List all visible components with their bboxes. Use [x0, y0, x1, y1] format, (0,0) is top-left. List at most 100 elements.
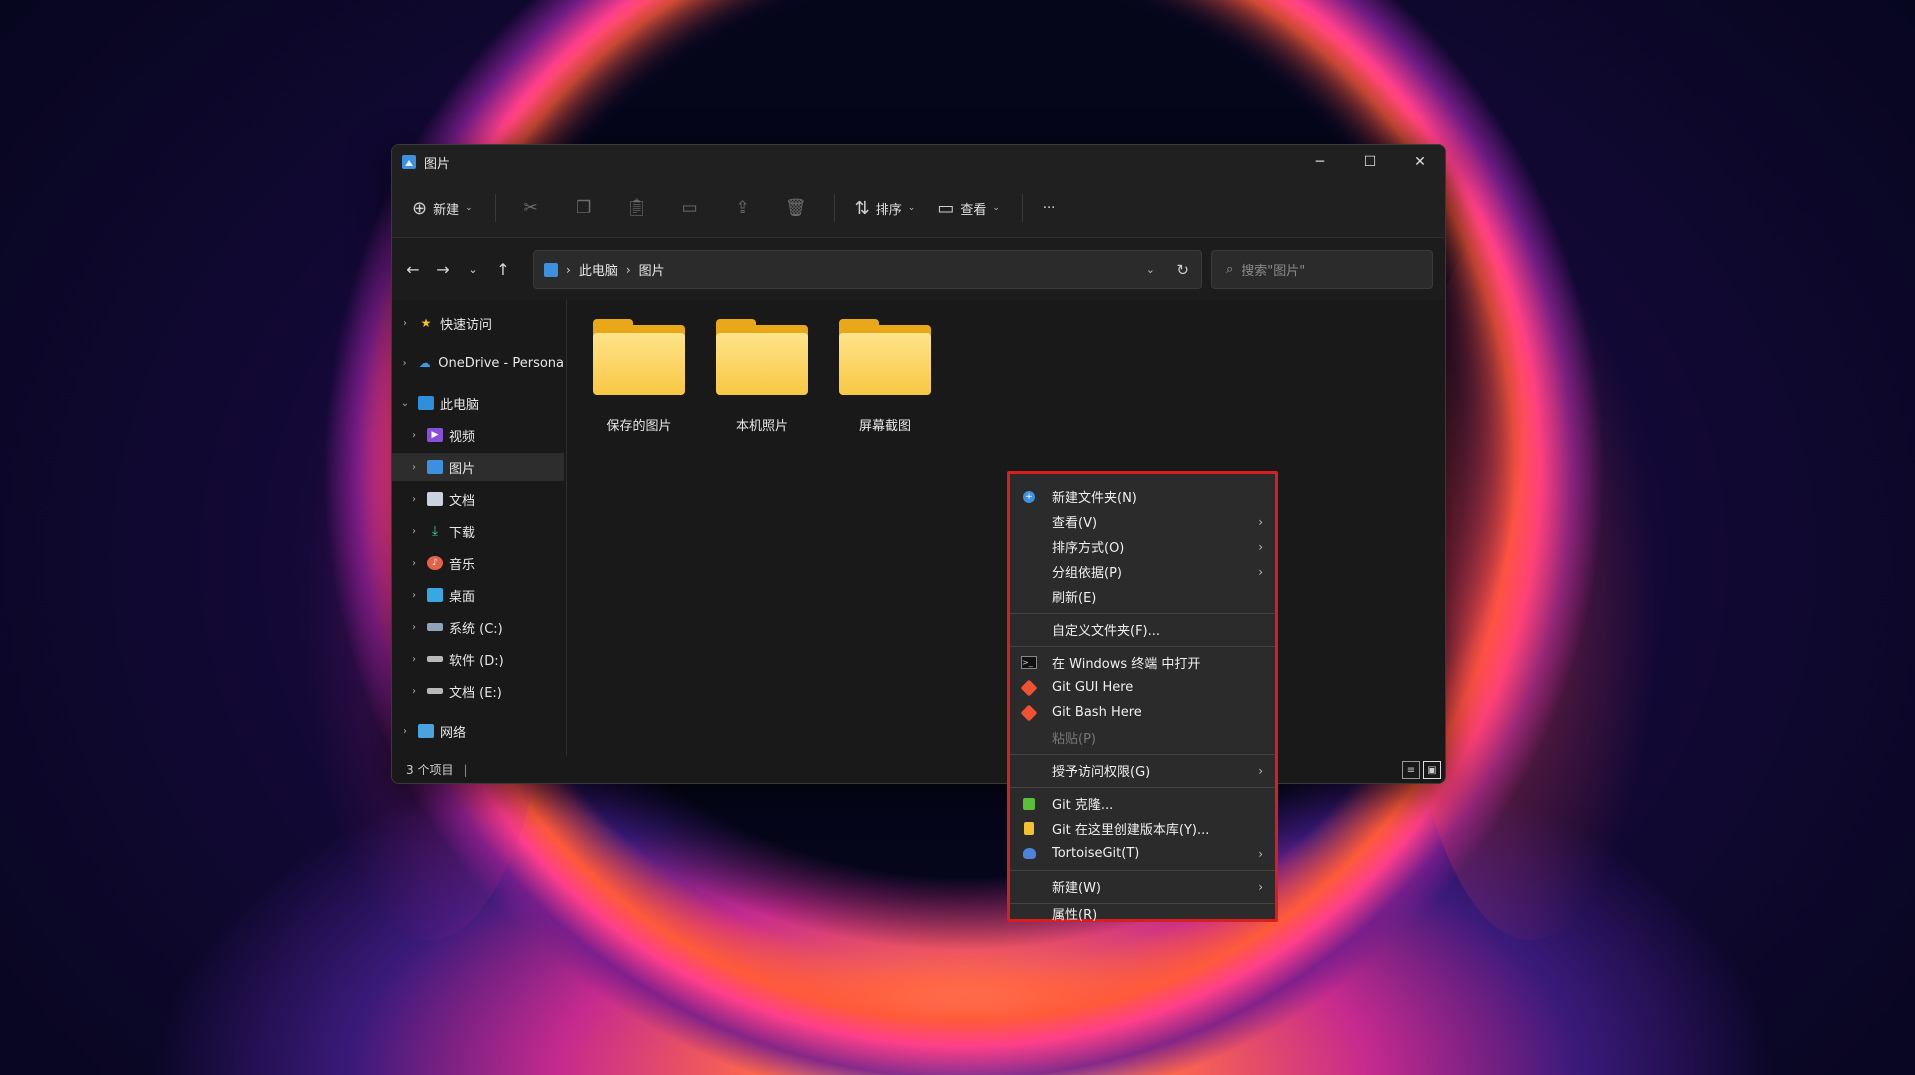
- rename-icon[interactable]: ▭: [675, 198, 705, 218]
- context-menu: + 新建文件夹(N) 查看(V) › 排序方式(O) › 分组依据(P) › 刷…: [1010, 474, 1275, 923]
- chevron-right-icon: ›: [412, 653, 416, 665]
- back-arrow-icon[interactable]: ←: [398, 260, 428, 279]
- chevron-right-icon: ›: [403, 317, 407, 329]
- menu-item-label: Git 克隆...: [1052, 798, 1114, 813]
- menu-item-new-folder[interactable]: + 新建文件夹(N): [1010, 484, 1275, 509]
- video-icon: ▶: [427, 428, 443, 442]
- music-icon: ♪: [427, 556, 443, 570]
- menu-item-git-clone[interactable]: Git 克隆...: [1010, 791, 1275, 816]
- sidebar-item-desktop[interactable]: › 桌面: [392, 581, 564, 609]
- folder-item[interactable]: 本机照片: [707, 319, 817, 434]
- recent-locations-chevron-icon[interactable]: ⌄: [458, 263, 488, 276]
- menu-separator: [1010, 787, 1275, 788]
- sidebar-item-documents[interactable]: › 文档: [392, 485, 564, 513]
- menu-item-tortoisegit[interactable]: TortoiseGit(T) ›: [1010, 841, 1275, 866]
- plus-circle-icon: ⊕: [412, 197, 428, 219]
- sidebar-item-music[interactable]: › ♪ 音乐: [392, 549, 564, 577]
- pictures-location-icon: [544, 262, 558, 277]
- menu-item-properties[interactable]: 属性(R): [1010, 907, 1275, 923]
- up-arrow-icon[interactable]: ↑: [488, 260, 518, 279]
- sidebar-item-drive-e[interactable]: › 文档 (E:): [392, 677, 564, 705]
- share-icon[interactable]: ⇪: [728, 198, 758, 218]
- git-create-repo-icon: [1020, 821, 1038, 837]
- navigation-pane: › ★ 快速访问 › ☁ OneDrive - Persona ⌄ 此电脑 › …: [392, 299, 567, 756]
- sidebar-item-quick-access[interactable]: › ★ 快速访问: [392, 309, 564, 337]
- menu-item-new[interactable]: 新建(W) ›: [1010, 874, 1275, 899]
- address-bar[interactable]: › 此电脑 › 图片 ⌄ ↻: [533, 250, 1202, 289]
- menu-item-open-terminal[interactable]: >_ 在 Windows 终端 中打开: [1010, 650, 1275, 675]
- chevron-right-icon: ›: [412, 525, 416, 537]
- close-button[interactable]: ✕: [1395, 145, 1445, 179]
- refresh-icon[interactable]: ↻: [1176, 261, 1189, 279]
- git-clone-icon: [1020, 796, 1038, 812]
- sidebar-item-label: 音乐: [449, 557, 476, 573]
- menu-item-git-bash[interactable]: Git Bash Here: [1010, 700, 1275, 725]
- large-icons-view-icon[interactable]: ▣: [1423, 761, 1441, 779]
- search-input[interactable]: ⌕ 搜索"图片": [1211, 250, 1433, 289]
- menu-item-label: 排序方式(O): [1052, 541, 1125, 556]
- folder-icon: [716, 319, 808, 395]
- details-view-icon[interactable]: ≡: [1402, 761, 1420, 779]
- sidebar-item-pictures[interactable]: › 图片: [392, 453, 564, 481]
- document-icon: [427, 492, 443, 506]
- sort-button[interactable]: ⇅ 排序 ⌄: [855, 198, 916, 219]
- sidebar-item-downloads[interactable]: › ⤓ 下载: [392, 517, 564, 545]
- breadcrumb-this-pc[interactable]: 此电脑: [579, 260, 618, 279]
- menu-item-label: 查看(V): [1052, 516, 1098, 531]
- pictures-app-icon: [402, 155, 416, 169]
- minimize-button[interactable]: ─: [1295, 145, 1345, 179]
- sidebar-item-drive-d[interactable]: › 软件 (D:): [392, 645, 564, 673]
- menu-item-refresh[interactable]: 刷新(E): [1010, 584, 1275, 609]
- menu-item-git-gui[interactable]: Git GUI Here: [1010, 675, 1275, 700]
- folder-item[interactable]: 保存的图片: [584, 319, 694, 434]
- status-divider: |: [463, 762, 468, 777]
- empty-icon-slot: [1020, 879, 1038, 895]
- menu-item-label: 属性(R): [1052, 907, 1098, 923]
- cloud-icon: ☁: [418, 356, 431, 370]
- chevron-right-icon: ›: [1258, 879, 1263, 894]
- menu-item-view[interactable]: 查看(V) ›: [1010, 509, 1275, 534]
- chevron-right-icon: ›: [1258, 514, 1263, 529]
- breadcrumb-chevron-icon: ›: [625, 262, 631, 277]
- empty-icon-slot: [1020, 763, 1038, 779]
- new-button[interactable]: ⊕ 新建 ⌄: [412, 198, 473, 219]
- menu-item-label: 授予访问权限(G): [1052, 765, 1151, 780]
- forward-arrow-icon[interactable]: →: [428, 260, 458, 279]
- menu-item-sort-by[interactable]: 排序方式(O) ›: [1010, 534, 1275, 559]
- sidebar-item-videos[interactable]: › ▶ 视频: [392, 421, 564, 449]
- chevron-right-icon: ›: [1258, 846, 1263, 861]
- breadcrumb-pictures[interactable]: 图片: [639, 260, 665, 279]
- menu-item-label: 在 Windows 终端 中打开: [1052, 657, 1201, 672]
- menu-separator: [1010, 870, 1275, 871]
- status-bar: 3 个项目 | ≡ ▣: [392, 756, 1445, 783]
- download-icon: ⤓: [431, 523, 439, 539]
- chevron-right-icon: ›: [412, 429, 416, 441]
- address-dropdown-icon[interactable]: ⌄: [1146, 263, 1155, 276]
- sidebar-item-network[interactable]: › 网络: [392, 717, 564, 745]
- menu-item-customize-folder[interactable]: 自定义文件夹(F)...: [1010, 617, 1275, 642]
- toolbar-divider: [833, 194, 835, 222]
- view-button[interactable]: ▭ 查看 ⌄: [937, 198, 1000, 219]
- paste-icon[interactable]: 📋︎: [622, 198, 652, 218]
- menu-separator: [1010, 646, 1275, 647]
- menu-separator: [1010, 903, 1275, 904]
- more-options-button[interactable]: ···: [1043, 201, 1055, 216]
- cut-icon[interactable]: ✂: [516, 198, 546, 218]
- delete-icon[interactable]: 🗑︎: [781, 198, 811, 218]
- folder-item[interactable]: 屏幕截图: [830, 319, 940, 434]
- menu-item-grant-access[interactable]: 授予访问权限(G) ›: [1010, 758, 1275, 783]
- sidebar-item-label: 快速访问: [440, 317, 493, 333]
- sidebar-item-onedrive[interactable]: › ☁ OneDrive - Persona: [392, 349, 564, 377]
- maximize-button[interactable]: ☐: [1345, 145, 1395, 179]
- copy-icon[interactable]: ❐: [569, 198, 599, 218]
- sidebar-item-drive-c[interactable]: › 系统 (C:): [392, 613, 564, 641]
- file-explorer-window: 图片 ─ ☐ ✕ ⊕ 新建 ⌄ ✂ ❐ 📋︎ ▭ ⇪ 🗑︎ ⇅ 排序 ⌄ ▭ 查…: [391, 144, 1446, 784]
- menu-item-group-by[interactable]: 分组依据(P) ›: [1010, 559, 1275, 584]
- sidebar-item-this-pc[interactable]: ⌄ 此电脑: [392, 389, 564, 417]
- menu-item-label: Git 在这里创建版本库(Y)...: [1052, 823, 1210, 838]
- folder-name: 屏幕截图: [858, 419, 911, 434]
- chevron-right-icon: ›: [412, 461, 416, 473]
- file-list-area[interactable]: 保存的图片 本机照片 屏幕截图: [567, 299, 1445, 756]
- menu-item-git-create-repo[interactable]: Git 在这里创建版本库(Y)...: [1010, 816, 1275, 841]
- terminal-icon: >_: [1020, 655, 1038, 671]
